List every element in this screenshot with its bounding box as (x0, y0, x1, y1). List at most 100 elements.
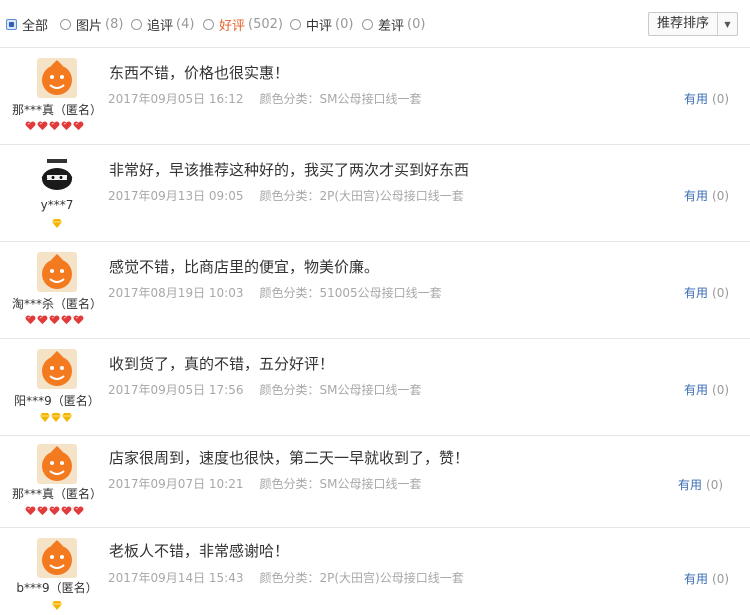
username[interactable]: 淘***杀（匿名） (8, 295, 106, 312)
filter-label: 图片 (76, 18, 103, 34)
useful-count: (0) (712, 383, 730, 397)
radio-icon[interactable] (362, 18, 373, 30)
review-text: 收到货了，真的不错，五分好评！ (109, 355, 335, 373)
filter-images[interactable]: 图片 (8) (60, 15, 124, 34)
diamond-icon (62, 413, 72, 422)
filter-label: 中评 (306, 18, 333, 34)
review-row: 阳***9（匿名） 收到货了，真的不错，五分好评！ 2017年09月05日 17… (0, 339, 750, 436)
review-row: 那***真（匿名） 东西不错，价格也很实惠！ 2017年09月05日 16:12… (0, 48, 750, 145)
buyer-rank-hearts (25, 121, 84, 131)
username[interactable]: 阳***9（匿名） (8, 392, 106, 409)
useful-label: 有用 (684, 189, 709, 203)
heart-icon (37, 121, 48, 131)
review-text: 老板人不错，非常感谢哈！ (109, 542, 290, 560)
heart-icon (37, 506, 48, 516)
review-meta: 2017年08月19日 10:03 颜色分类：51005公母接口线一套 (108, 284, 442, 301)
filter-positive[interactable]: 好评 (502) (203, 15, 283, 34)
heart-icon (25, 121, 36, 131)
username[interactable]: y***7 (10, 198, 104, 212)
diamond-icon (40, 413, 50, 422)
filter-count: (0) (335, 16, 354, 32)
review-text: 非常好，早该推荐这种好的，我买了两次才买到好东西 (109, 161, 470, 179)
review-spec: 颜色分类：51005公母接口线一套 (259, 286, 442, 300)
heart-icon (25, 506, 36, 516)
review-meta: 2017年09月05日 16:12 颜色分类：SM公母接口线一套 (108, 90, 421, 107)
useful-button[interactable]: 有用 (0) (678, 476, 723, 493)
useful-count: (0) (712, 92, 730, 106)
heart-icon (25, 315, 36, 325)
useful-button[interactable]: 有用 (0) (684, 90, 729, 107)
heart-icon (37, 315, 48, 325)
user-avatar[interactable] (37, 538, 77, 578)
username[interactable]: b***9（匿名） (8, 579, 106, 596)
user-avatar[interactable] (37, 252, 77, 292)
user-avatar[interactable] (37, 155, 77, 195)
useful-label: 有用 (684, 286, 709, 300)
radio-icon[interactable] (131, 18, 142, 30)
filter-count: (4) (176, 16, 195, 32)
review-spec: 颜色分类：SM公母接口线一套 (259, 383, 422, 397)
heart-icon (49, 506, 60, 516)
user-avatar[interactable] (37, 349, 77, 389)
diamond-icon (51, 413, 61, 422)
radio-icon[interactable] (290, 18, 301, 30)
filter-label: 全部 (22, 18, 49, 34)
heart-icon (61, 315, 72, 325)
useful-button[interactable]: 有用 (0) (684, 570, 729, 587)
useful-label: 有用 (684, 383, 709, 397)
review-row: b***9（匿名） 老板人不错，非常感谢哈！ 2017年09月14日 15:43… (0, 528, 750, 615)
review-row: 那***真（匿名） 店家很周到，速度也很快，第二天一早就收到了，赞！ 2017年… (0, 436, 750, 528)
radio-icon[interactable] (203, 18, 214, 30)
buyer-rank-diamonds (40, 413, 72, 422)
filter-label: 差评 (378, 18, 405, 34)
username[interactable]: 那***真（匿名） (10, 485, 104, 502)
review-spec: 颜色分类：2P(大田宫)公母接口线一套 (259, 571, 464, 585)
heart-icon (49, 315, 60, 325)
heart-icon (61, 121, 72, 131)
useful-count: (0) (706, 478, 724, 492)
useful-label: 有用 (684, 572, 709, 586)
buyer-rank-hearts (25, 315, 84, 325)
review-meta: 2017年09月13日 09:05 颜色分类：2P(大田宫)公母接口线一套 (108, 187, 464, 204)
caret-down-icon[interactable]: ▼ (718, 20, 737, 29)
useful-count: (0) (712, 572, 730, 586)
review-meta: 2017年09月14日 15:43 颜色分类：2P(大田宫)公母接口线一套 (108, 569, 464, 586)
heart-icon (49, 121, 60, 131)
buyer-rank-hearts (25, 506, 84, 516)
username[interactable]: 那***真（匿名） (10, 101, 104, 118)
filter-count: (0) (407, 16, 426, 32)
filter-negative[interactable]: 差评 (0) (362, 15, 426, 34)
sort-dropdown[interactable]: 推荐排序 ▼ (648, 12, 738, 36)
review-spec: 颜色分类：2P(大田宫)公母接口线一套 (259, 189, 464, 203)
radio-icon[interactable] (60, 18, 71, 30)
useful-label: 有用 (684, 92, 709, 106)
review-date: 2017年09月13日 09:05 (108, 189, 244, 203)
review-text: 感觉不错，比商店里的便宜，物美价廉。 (109, 258, 380, 276)
useful-count: (0) (712, 189, 730, 203)
review-date: 2017年09月05日 17:56 (108, 383, 244, 397)
heart-icon (73, 506, 84, 516)
filter-count: (8) (105, 16, 124, 32)
review-date: 2017年09月07日 10:21 (108, 477, 244, 491)
heart-icon (73, 121, 84, 131)
radio-icon-checked[interactable] (6, 18, 17, 30)
user-avatar[interactable] (37, 58, 77, 98)
filter-followup[interactable]: 追评 (4) (131, 15, 195, 34)
useful-button[interactable]: 有用 (0) (684, 381, 729, 398)
review-date: 2017年09月14日 15:43 (108, 571, 244, 585)
buyer-rank-diamonds (52, 601, 62, 610)
filter-neutral[interactable]: 中评 (0) (290, 15, 354, 34)
review-text: 东西不错，价格也很实惠！ (109, 64, 290, 82)
review-row: 淘***杀（匿名） 感觉不错，比商店里的便宜，物美价廉。 2017年08月19日… (0, 242, 750, 339)
review-text: 店家很周到，速度也很快，第二天一早就收到了，赞！ (109, 449, 470, 467)
useful-label: 有用 (678, 478, 703, 492)
filter-all[interactable]: 全部 (6, 15, 49, 34)
useful-button[interactable]: 有用 (0) (684, 284, 729, 301)
diamond-icon (52, 601, 62, 610)
useful-count: (0) (712, 286, 730, 300)
review-date: 2017年08月19日 10:03 (108, 286, 244, 300)
user-avatar[interactable] (37, 444, 77, 484)
diamond-icon (52, 219, 62, 228)
review-spec: 颜色分类：SM公母接口线一套 (259, 92, 422, 106)
useful-button[interactable]: 有用 (0) (684, 187, 729, 204)
